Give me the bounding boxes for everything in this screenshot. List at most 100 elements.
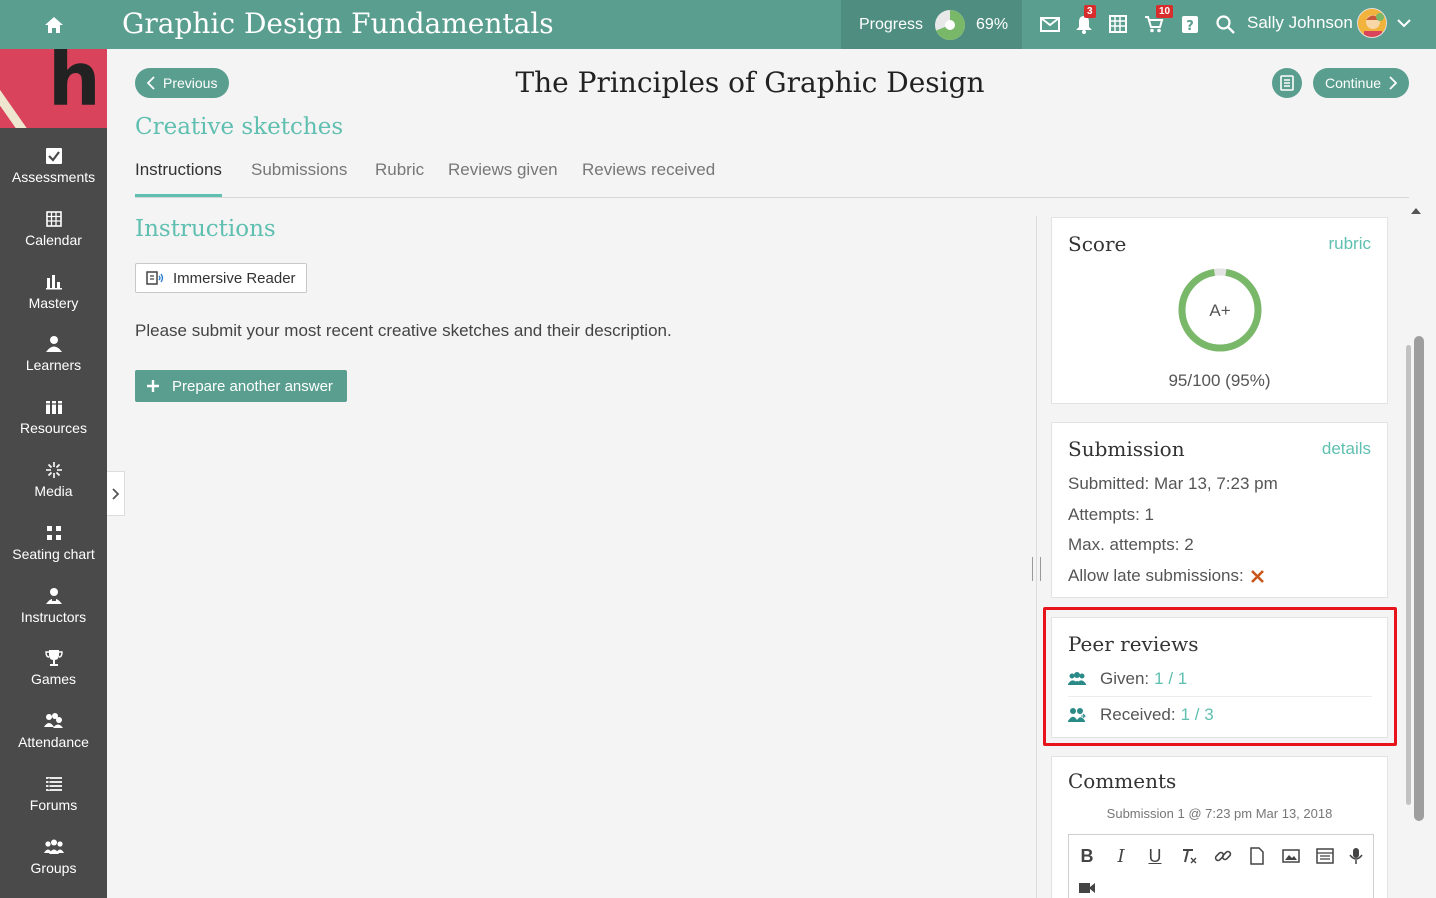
score-points: 95/100 (95%) xyxy=(1168,371,1271,390)
sidebar-item-instructors[interactable]: Instructors xyxy=(0,584,107,646)
video-camera-icon xyxy=(1079,883,1095,893)
details-link[interactable]: details xyxy=(1322,439,1371,459)
scrollbar-thumb[interactable] xyxy=(1414,336,1424,821)
link-icon xyxy=(1214,850,1232,862)
bar-chart-icon xyxy=(0,270,107,294)
panel-resize-handle[interactable] xyxy=(1032,557,1041,581)
comments-subtitle: Submission 1 @ 7:23 pm Mar 13, 2018 xyxy=(1106,806,1333,821)
course-title[interactable]: Graphic Design Fundamentals xyxy=(122,4,554,44)
tab-reviews-given[interactable]: Reviews given xyxy=(448,160,558,197)
sidebar-item-label: Groups xyxy=(30,859,77,876)
link-button[interactable] xyxy=(1210,843,1236,869)
sidebar-item-assessments[interactable]: Assessments xyxy=(0,144,107,206)
sidebar-item-games[interactable]: Games xyxy=(0,646,107,708)
submission-title: Submission xyxy=(1068,437,1185,461)
top-bar: Graphic Design Fundamentals Progress 69%… xyxy=(0,0,1436,49)
logo-letter-icon: h xyxy=(48,49,101,123)
prepare-answer-label: Prepare another answer xyxy=(172,377,333,395)
score-title: Score xyxy=(1068,232,1127,256)
sidebar-item-label: Games xyxy=(30,671,77,688)
scrollbar-track[interactable] xyxy=(1406,345,1411,805)
progress-ring-icon xyxy=(935,9,966,40)
comments-title: Comments xyxy=(1068,769,1177,793)
svg-text:?: ? xyxy=(1186,19,1194,34)
plus-icon xyxy=(147,380,159,392)
attempts-count: Attempts: 1 xyxy=(1068,505,1154,524)
page-button[interactable] xyxy=(1244,843,1270,869)
assignment-tabs: Instructions Submissions Rubric Reviews … xyxy=(135,155,1409,198)
sidebar-item-label: Learners xyxy=(25,357,82,374)
prepare-answer-button[interactable]: Prepare another answer xyxy=(135,370,347,402)
clear-format-button[interactable] xyxy=(1176,843,1202,869)
instructions-heading: Instructions xyxy=(135,216,276,242)
rubric-link[interactable]: rubric xyxy=(1328,234,1371,254)
sidebar-item-label: Resources xyxy=(20,420,87,437)
record-audio-button[interactable] xyxy=(1343,843,1369,869)
sidebar-item-resources[interactable]: Resources xyxy=(0,395,107,457)
instruction-text: Please submit your most recent creative … xyxy=(135,321,672,340)
embed-button[interactable] xyxy=(1312,843,1338,869)
image-icon xyxy=(1282,849,1300,863)
score-grade: A+ xyxy=(1209,301,1230,320)
user-menu-toggle[interactable] xyxy=(1396,15,1412,31)
sidebar-item-label: Media xyxy=(34,483,73,499)
chevron-right-icon xyxy=(1389,76,1398,90)
previous-button[interactable]: Previous xyxy=(135,68,229,98)
mail-button[interactable] xyxy=(1038,12,1062,36)
calendar-grid-icon xyxy=(1109,15,1127,33)
progress-indicator[interactable]: Progress 69% xyxy=(841,0,1022,49)
immersive-reader-icon xyxy=(146,271,164,285)
cross-icon xyxy=(1250,569,1264,583)
record-video-button[interactable] xyxy=(1074,875,1100,898)
scroll-up-button[interactable] xyxy=(1411,207,1421,214)
comment-editor: B I U xyxy=(1068,834,1374,898)
tab-reviews-received[interactable]: Reviews received xyxy=(582,160,715,197)
italic-icon: I xyxy=(1117,845,1125,867)
cart-button[interactable]: 10 xyxy=(1142,5,1174,36)
calendar-button[interactable] xyxy=(1106,12,1130,36)
home-button[interactable] xyxy=(0,0,107,49)
immersive-reader-label: Immersive Reader xyxy=(173,269,296,287)
document-button[interactable] xyxy=(1272,68,1302,98)
user-name[interactable]: Sally Johnson xyxy=(1247,13,1353,33)
sidebar-item-label: Seating chart xyxy=(12,545,95,562)
user-avatar[interactable] xyxy=(1357,8,1387,38)
tab-instructions[interactable]: Instructions xyxy=(135,160,222,197)
trophy-icon xyxy=(0,646,107,670)
help-button[interactable]: ? xyxy=(1178,12,1202,36)
underline-button[interactable]: U xyxy=(1142,843,1168,869)
search-icon xyxy=(1215,14,1235,34)
sidebar-item-groups[interactable]: Groups xyxy=(0,835,107,897)
sidebar-item-seating-chart[interactable]: Seating chart xyxy=(0,521,107,583)
italic-button[interactable]: I xyxy=(1108,843,1134,869)
help-icon: ? xyxy=(1182,15,1198,34)
embed-icon xyxy=(1316,848,1334,864)
image-button[interactable] xyxy=(1278,843,1304,869)
sidebar-item-calendar[interactable]: Calendar xyxy=(0,207,107,269)
books-icon xyxy=(0,395,107,419)
tab-submissions[interactable]: Submissions xyxy=(251,160,347,197)
notifications-badge: 3 xyxy=(1084,5,1096,18)
sidebar-item-label: Forums xyxy=(29,797,78,813)
bold-button[interactable]: B xyxy=(1074,843,1100,869)
avatar-face-icon xyxy=(1358,9,1386,37)
continue-button[interactable]: Continue xyxy=(1313,68,1409,98)
immersive-reader-button[interactable]: Immersive Reader xyxy=(135,263,307,293)
sidebar-expand-toggle[interactable] xyxy=(107,471,125,516)
sidebar-item-label: Calendar xyxy=(25,231,82,248)
submission-card: Submission details Submitted: Mar 13, 7:… xyxy=(1051,422,1388,598)
sidebar-item-forums[interactable]: Forums xyxy=(0,772,107,834)
sidebar-item-label: Assessments xyxy=(11,169,96,185)
notifications-button[interactable]: 3 xyxy=(1072,5,1096,36)
sidebar-item-attendance[interactable]: Attendance xyxy=(0,709,107,771)
tab-rubric[interactable]: Rubric xyxy=(375,160,424,197)
sidebar-item-mastery[interactable]: Mastery xyxy=(0,270,107,332)
sidebar-item-learners[interactable]: Learners xyxy=(0,332,107,394)
chevron-right-icon xyxy=(111,487,119,500)
sidebar-item-label: Mastery xyxy=(28,294,79,311)
search-button[interactable] xyxy=(1213,12,1237,36)
course-logo[interactable]: h xyxy=(0,49,107,128)
progress-value: 69% xyxy=(976,15,1009,33)
sidebar-item-media[interactable]: Media xyxy=(0,458,107,520)
chevron-down-icon xyxy=(1397,19,1411,28)
